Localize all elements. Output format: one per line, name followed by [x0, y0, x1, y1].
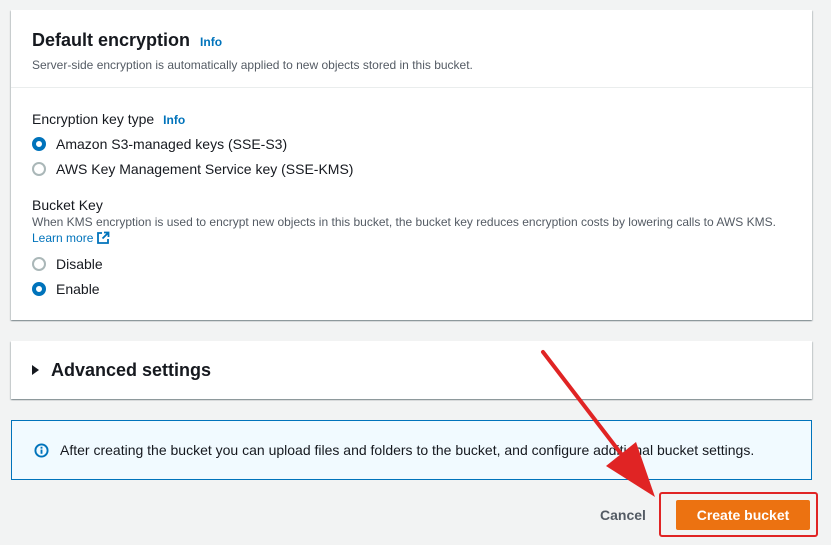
encryption-key-type-radio-group: Amazon S3-managed keys (SSE-S3) AWS Key …: [32, 131, 812, 181]
advanced-settings-panel[interactable]: Advanced settings: [11, 341, 812, 399]
default-encryption-body: Encryption key type Info Amazon S3-manag…: [11, 111, 812, 301]
radio-option-disable[interactable]: Disable: [32, 251, 812, 276]
default-encryption-info-link[interactable]: Info: [200, 35, 222, 49]
encryption-key-type-label: Encryption key type: [32, 111, 155, 127]
radio-label-sse-kms: AWS Key Management Service key (SSE-KMS): [56, 160, 354, 177]
radio-option-sse-kms[interactable]: AWS Key Management Service key (SSE-KMS): [32, 156, 812, 181]
radio-label-disable: Disable: [56, 255, 103, 272]
info-alert-text: After creating the bucket you can upload…: [60, 442, 755, 458]
default-encryption-title: Default encryption: [32, 30, 191, 50]
default-encryption-panel: Default encryption Info Server-side encr…: [11, 10, 812, 320]
radio-option-enable[interactable]: Enable: [32, 276, 812, 301]
encryption-key-type-info-link[interactable]: Info: [163, 113, 185, 127]
bucket-key-learn-more-row: Learn more: [32, 229, 812, 247]
bucket-key-label: Bucket Key: [32, 197, 103, 213]
radio-option-sse-s3[interactable]: Amazon S3-managed keys (SSE-S3): [32, 131, 812, 156]
learn-more-link[interactable]: Learn more: [32, 231, 110, 245]
radio-button-enable[interactable]: [32, 281, 46, 296]
encryption-key-type-label-row: Encryption key type Info: [32, 111, 812, 127]
external-link-icon: [97, 231, 110, 244]
radio-button-sse-s3[interactable]: [32, 136, 46, 151]
cancel-button[interactable]: Cancel: [590, 500, 656, 530]
radio-label-enable: Enable: [56, 280, 100, 297]
default-encryption-description: Server-side encryption is automatically …: [32, 58, 473, 72]
info-alert: After creating the bucket you can upload…: [11, 420, 812, 480]
default-encryption-header: Default encryption Info Server-side encr…: [11, 10, 812, 88]
bucket-key-description: When KMS encryption is used to encrypt n…: [32, 215, 776, 229]
radio-label-sse-s3: Amazon S3-managed keys (SSE-S3): [56, 135, 288, 152]
info-circle-icon: [34, 442, 49, 458]
learn-more-label: Learn more: [32, 231, 94, 245]
radio-button-disable[interactable]: [32, 256, 46, 271]
advanced-settings-title: Advanced settings: [51, 359, 212, 380]
caret-right-icon: [32, 365, 39, 375]
bucket-key-radio-group: Disable Enable: [32, 251, 812, 301]
create-bucket-button[interactable]: Create bucket: [676, 500, 810, 530]
radio-button-sse-kms[interactable]: [32, 161, 46, 176]
